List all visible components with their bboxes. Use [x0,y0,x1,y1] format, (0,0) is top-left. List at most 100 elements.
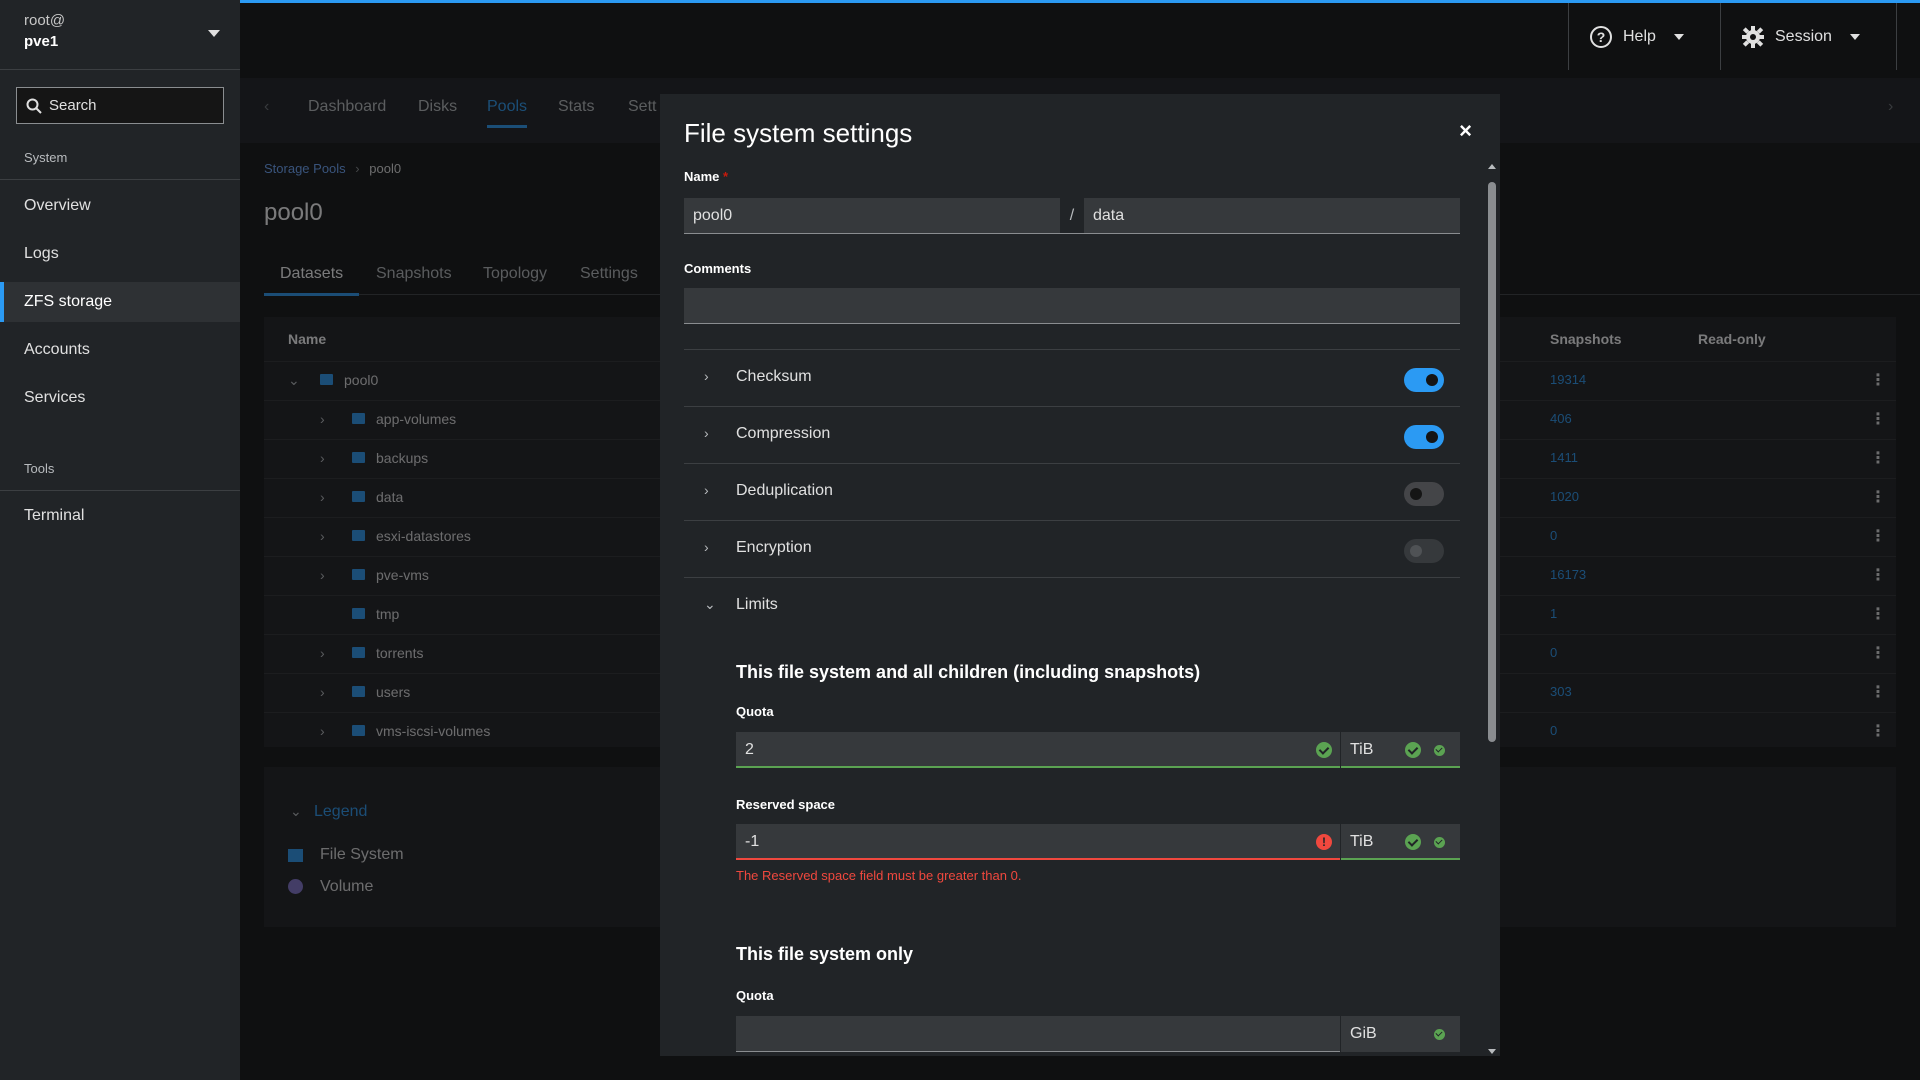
session-menu[interactable]: Session [1720,3,1897,70]
caret-down-icon[interactable] [208,30,220,37]
close-icon[interactable]: × [1459,118,1472,144]
scroll-left-icon[interactable]: ‹ [264,98,269,116]
tab-topology[interactable]: Topology [483,265,547,283]
tab-settings[interactable]: Sett [628,98,656,116]
deduplication-section[interactable]: › Deduplication [684,463,1460,520]
folder-icon [352,452,365,463]
chevron-down-icon[interactable]: ⌄ [288,372,300,389]
row-snapshots[interactable]: 1411 [1550,450,1578,465]
kebab-icon[interactable]: ⋮ [1870,721,1886,741]
folder-icon [352,569,365,580]
checksum-toggle[interactable] [1404,368,1444,392]
kebab-icon[interactable]: ⋮ [1870,448,1886,468]
quota-input[interactable]: 2 [736,732,1340,768]
chevron-right-icon[interactable]: › [704,368,709,384]
check-icon [1405,742,1421,758]
fs-quota-unit-label: GiB [1350,1025,1377,1042]
all-children-heading: This file system and all children (inclu… [736,662,1201,682]
chevron-right-icon[interactable]: › [320,567,325,583]
modal-scrollbar[interactable] [1488,164,1496,1054]
masthead: ? Help Session [240,3,1920,70]
limits-section[interactable]: ⌄ Limits [684,577,1460,634]
section-label: Encryption [736,539,812,556]
kebab-icon[interactable]: ⋮ [1870,604,1886,624]
row-snapshots[interactable]: 1 [1550,606,1557,621]
check-icon [1405,834,1421,850]
section-label: Compression [736,425,831,442]
name-input[interactable]: data [1084,198,1460,234]
col-snapshots: Snapshots [1550,331,1622,347]
row-name: pool0 [344,372,379,388]
row-name: pve-vms [376,567,429,583]
kebab-icon[interactable]: ⋮ [1870,409,1886,429]
col-readonly: Read-only [1698,331,1766,347]
chevron-right-icon[interactable]: › [320,411,325,427]
row-name: esxi-datastores [376,528,471,544]
folder-icon [352,686,365,697]
sidebar-item-overview[interactable]: Overview [0,186,240,226]
row-snapshots[interactable]: 16173 [1550,567,1586,582]
breadcrumb-storage-pools[interactable]: Storage Pools [264,161,346,176]
legend-title[interactable]: Legend [314,803,367,821]
modal-title: File system settings [684,118,913,148]
tab-snapshots[interactable]: Snapshots [376,265,452,283]
scroll-right-icon[interactable]: › [1888,98,1893,116]
section-label: Checksum [736,368,812,385]
chevron-right-icon[interactable]: › [320,645,325,661]
scroll-up-icon[interactable] [1488,164,1496,169]
fs-only-heading: This file system only [736,944,914,964]
reserved-space-input[interactable]: -1 [736,824,1340,860]
compression-toggle[interactable] [1404,425,1444,449]
chevron-right-icon[interactable]: › [704,539,709,555]
sidebar-item-accounts[interactable]: Accounts [0,330,240,370]
host-switcher[interactable]: root@ pve1 [0,0,240,70]
kebab-icon[interactable]: ⋮ [1870,526,1886,546]
sidebar-item-logs[interactable]: Logs [0,234,240,274]
row-snapshots[interactable]: 1020 [1550,489,1579,504]
row-snapshots[interactable]: 406 [1550,411,1572,426]
help-menu[interactable]: ? Help [1568,3,1721,70]
row-snapshots[interactable]: 19314 [1550,372,1586,387]
fs-quota-input[interactable] [736,1016,1340,1052]
tab-pool-settings[interactable]: Settings [580,265,638,283]
deduplication-toggle[interactable] [1404,482,1444,506]
tab-disks[interactable]: Disks [418,98,457,116]
compression-section[interactable]: › Compression [684,406,1460,463]
row-snapshots[interactable]: 0 [1550,723,1557,738]
section-tools: Tools [0,461,240,491]
comments-input[interactable] [684,288,1460,324]
tab-stats[interactable]: Stats [558,98,594,116]
chevron-right-icon[interactable]: › [320,723,325,739]
sidebar-item-zfs-storage[interactable]: ZFS storage [0,282,240,322]
chevron-down-icon[interactable]: ⌄ [290,803,302,820]
chevron-right-icon[interactable]: › [320,684,325,700]
sidebar-item-terminal[interactable]: Terminal [0,496,240,536]
chevron-right-icon[interactable]: › [320,528,325,544]
row-name: backups [376,450,429,466]
section-label: Deduplication [736,482,833,499]
checksum-section[interactable]: › Checksum [684,349,1460,406]
kebab-icon[interactable]: ⋮ [1870,682,1886,702]
tab-datasets[interactable]: Datasets [263,265,360,296]
row-snapshots[interactable]: 0 [1550,645,1557,660]
chevron-right-icon[interactable]: › [704,482,709,498]
tab-pools[interactable]: Pools [487,98,528,128]
kebab-icon[interactable]: ⋮ [1870,565,1886,585]
sidebar-item-services[interactable]: Services [0,378,240,418]
tab-dashboard[interactable]: Dashboard [308,98,386,116]
chevron-right-icon[interactable]: › [704,425,709,441]
kebab-icon[interactable]: ⋮ [1870,643,1886,663]
row-snapshots[interactable]: 303 [1550,684,1572,699]
scrollbar-thumb[interactable] [1488,182,1496,742]
search-input[interactable]: Search [16,87,224,124]
kebab-icon[interactable]: ⋮ [1870,487,1886,507]
scroll-down-icon[interactable] [1488,1049,1496,1054]
chevron-down-icon[interactable]: ⌄ [704,596,716,613]
kebab-icon[interactable]: ⋮ [1870,370,1886,390]
encryption-section[interactable]: › Encryption [684,520,1460,577]
chevron-right-icon[interactable]: › [320,489,325,505]
row-snapshots[interactable]: 0 [1550,528,1557,543]
legend-file-system: File System [320,846,404,863]
help-label: Help [1623,27,1656,45]
chevron-right-icon[interactable]: › [320,450,325,466]
